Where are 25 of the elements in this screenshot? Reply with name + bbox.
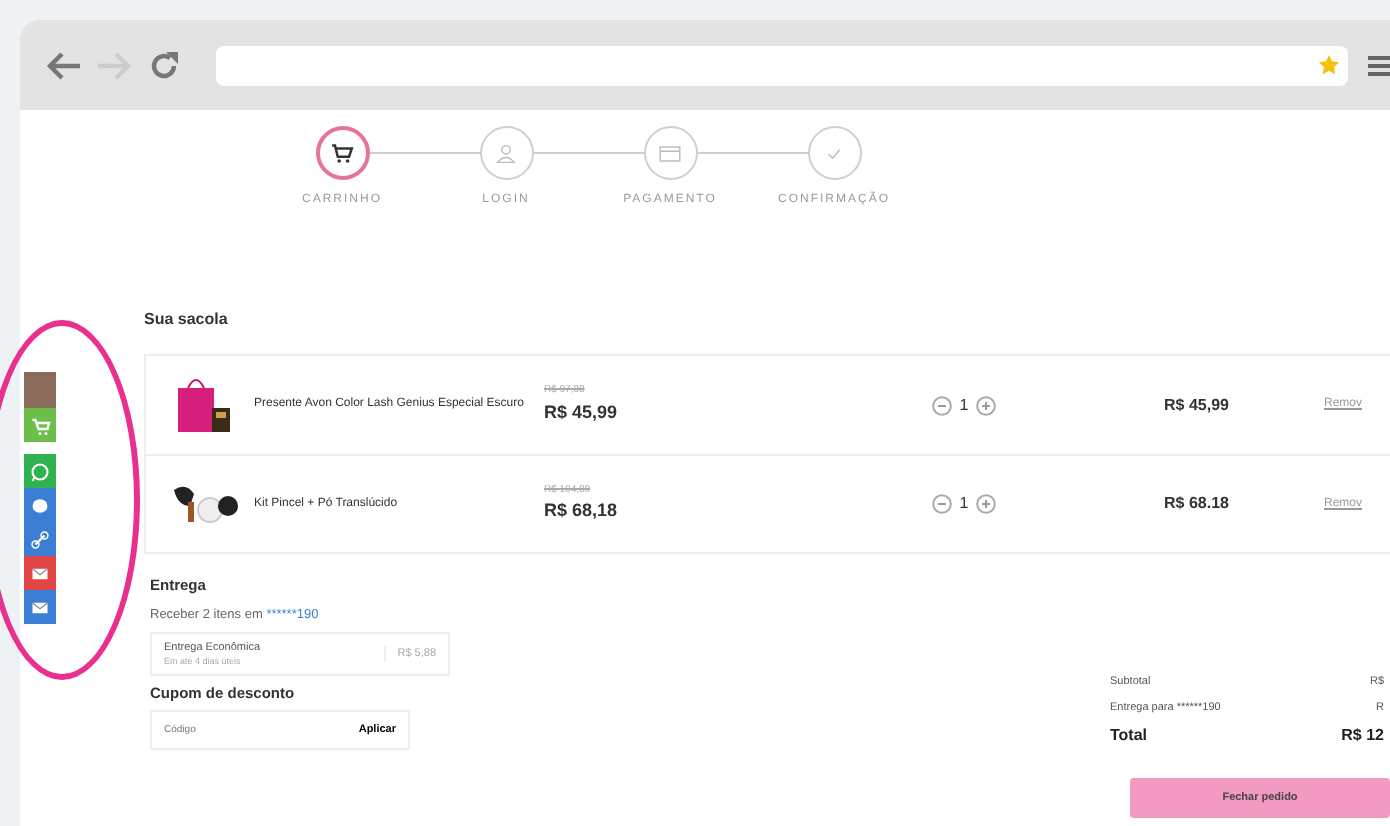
user-icon xyxy=(492,139,520,167)
mail-icon[interactable] xyxy=(24,556,56,590)
summary-value: R$ 12 xyxy=(1341,723,1384,747)
plus-icon[interactable] xyxy=(976,395,997,415)
minus-icon[interactable] xyxy=(931,494,952,514)
chat-bubble-icon[interactable] xyxy=(24,488,56,522)
minus-icon[interactable] xyxy=(931,395,952,415)
line-total: R$ 68.18 xyxy=(1164,492,1231,516)
cart-icon[interactable] xyxy=(24,408,56,442)
line-total: R$ 45,99 xyxy=(1164,393,1231,417)
product-price: R$ 68,18 xyxy=(544,498,620,524)
star-icon[interactable] xyxy=(1317,54,1340,76)
cart-icon xyxy=(328,139,356,167)
summary-label: Total xyxy=(1110,723,1148,747)
quantity-value: 1 xyxy=(959,492,969,516)
chat-bubble-icon[interactable] xyxy=(24,454,56,488)
menu-icon[interactable] xyxy=(1367,55,1390,75)
bag-title: Sua sacola xyxy=(144,308,230,332)
product-photo xyxy=(170,482,238,526)
mail-icon[interactable] xyxy=(24,590,56,624)
quantity-value: 1 xyxy=(959,393,969,417)
step-circle[interactable] xyxy=(315,126,369,180)
plus-icon[interactable] xyxy=(976,494,997,514)
product-price: R$ 45,99 xyxy=(544,399,620,425)
link-icon[interactable] xyxy=(24,522,56,556)
